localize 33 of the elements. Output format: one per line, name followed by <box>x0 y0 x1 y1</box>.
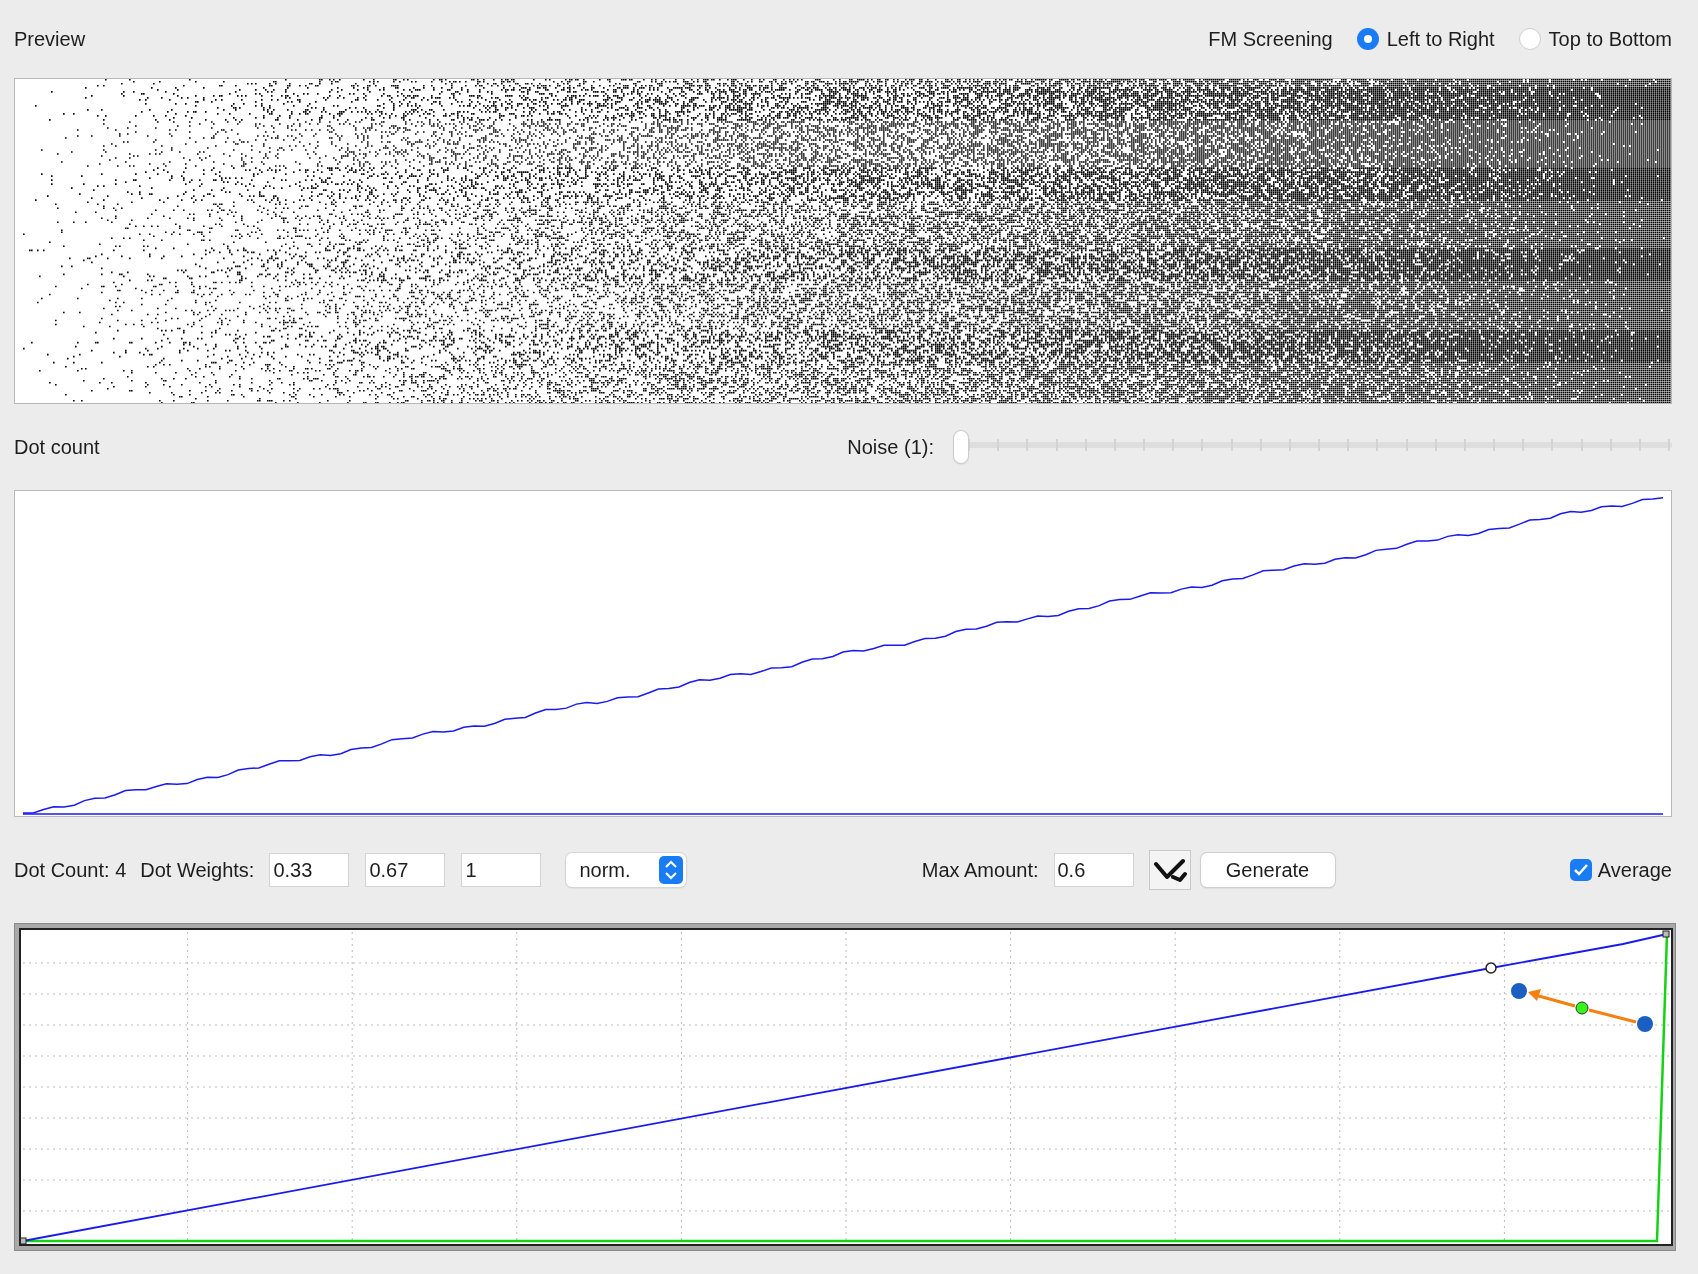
mode-dropdown[interactable]: norm. <box>566 853 687 887</box>
radio-button[interactable] <box>1356 28 1379 50</box>
dot-count-label: Dot Count: 4 <box>14 858 127 882</box>
radio-label[interactable]: Left to Right <box>1386 27 1495 51</box>
handle-line[interactable] <box>1588 1008 1637 1024</box>
check-icon <box>1572 863 1589 877</box>
curve-point[interactable] <box>1485 962 1497 974</box>
handle-point[interactable] <box>1637 1016 1653 1032</box>
noise-slider[interactable] <box>954 430 1672 464</box>
weight-field[interactable]: 0.67 <box>366 854 445 886</box>
stepper-icon <box>659 856 684 884</box>
radio-label[interactable]: Top to Bottom <box>1548 27 1672 51</box>
section-title: Preview <box>14 27 86 51</box>
weight-field[interactable]: 0.33 <box>270 854 349 886</box>
weight-field[interactable]: 1 <box>462 854 541 886</box>
checkbox[interactable] <box>1569 859 1592 881</box>
handle-arrow[interactable] <box>1528 989 1576 1008</box>
max-amount-label: Max Amount: <box>921 858 1039 882</box>
slider-thumb[interactable] <box>954 431 968 463</box>
radio-button[interactable] <box>1518 28 1541 50</box>
checkbox-label[interactable]: Average <box>1597 858 1672 882</box>
corner-handle[interactable] <box>1662 930 1670 938</box>
corner-handle[interactable] <box>21 1237 27 1244</box>
max-amount-field[interactable]: 0.6 <box>1054 854 1133 886</box>
mode-label: FM Screening <box>1208 27 1333 51</box>
slider-label: Noise (1): <box>847 435 934 459</box>
checkmark-button[interactable] <box>1148 850 1191 890</box>
section-title: Dot count <box>14 435 100 459</box>
checkmark-icon <box>1152 857 1187 883</box>
generate-button[interactable]: Generate <box>1200 853 1335 887</box>
handle-point[interactable] <box>1511 983 1527 999</box>
midpoint-handle[interactable] <box>1575 1001 1589 1015</box>
weights-label: Dot Weights: <box>140 858 255 882</box>
